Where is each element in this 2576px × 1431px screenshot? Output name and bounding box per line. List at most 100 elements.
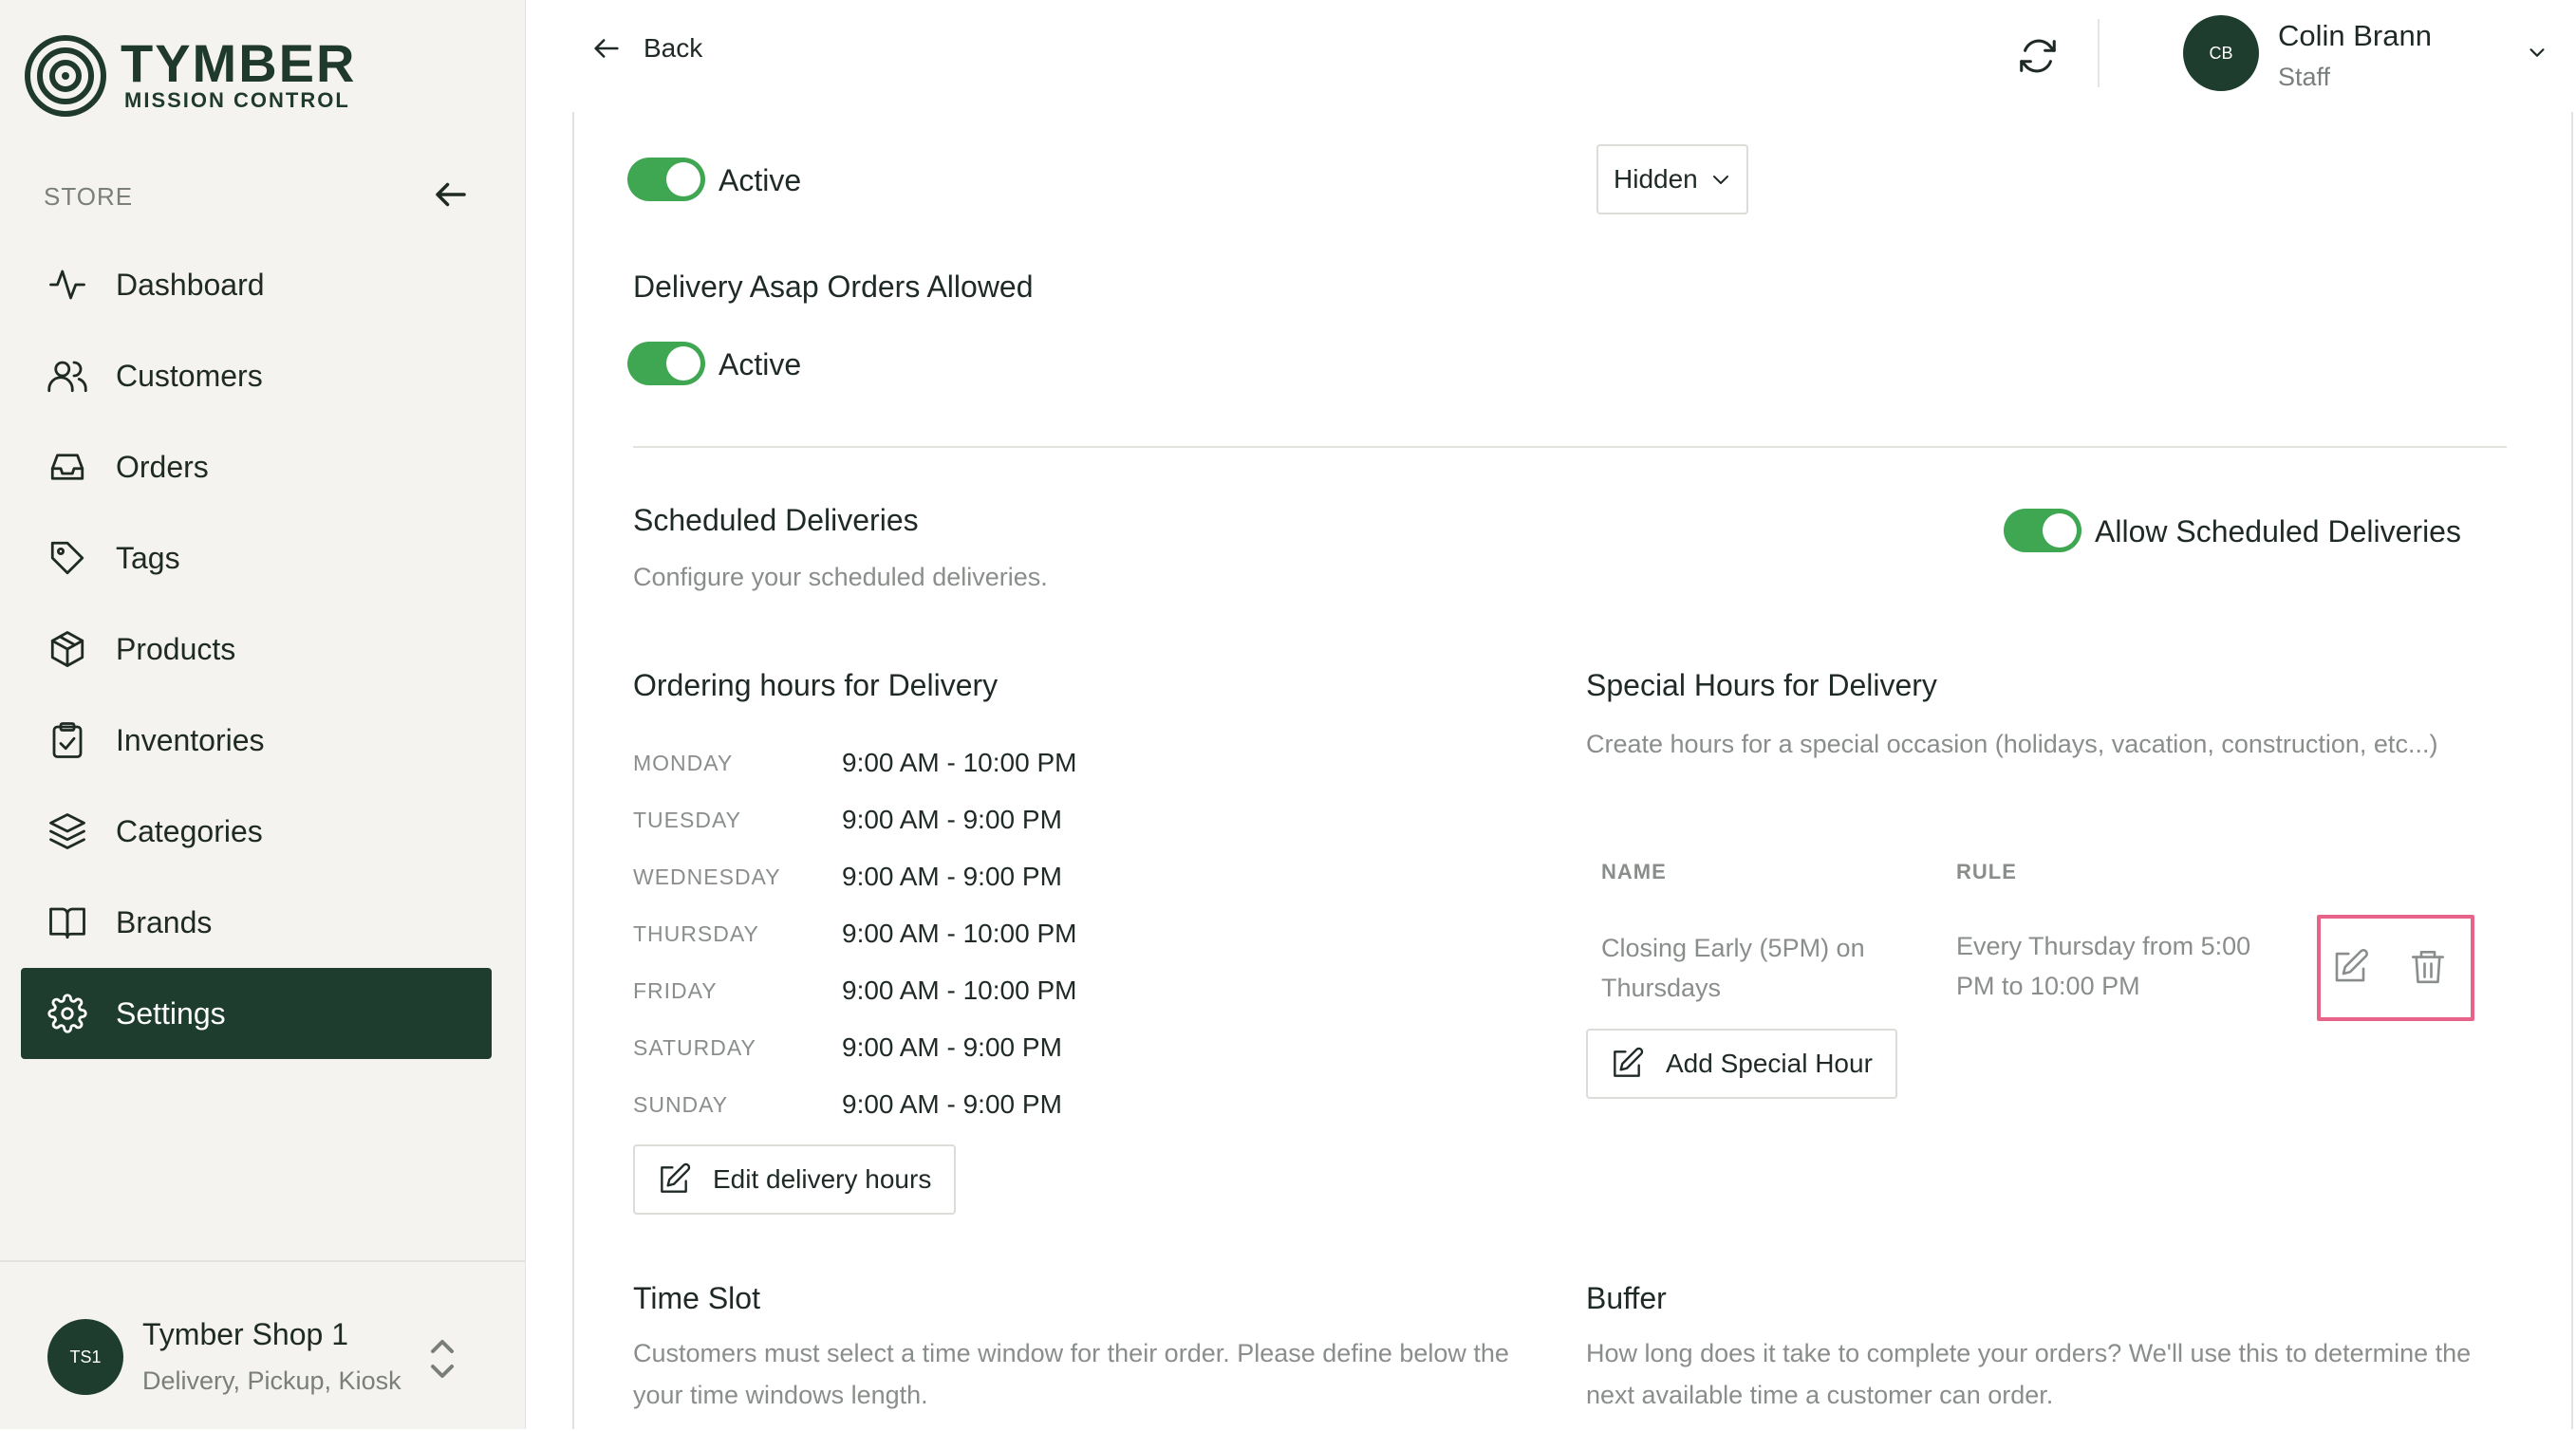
hours-day: MONDAY xyxy=(633,750,734,775)
buffer-title: Buffer xyxy=(1586,1281,1667,1315)
hours-time: 9:00 AM - 10:00 PM xyxy=(842,919,1077,948)
ordering-hours-title: Ordering hours for Delivery xyxy=(633,668,999,702)
brand-name: TYMBER xyxy=(121,33,357,93)
chevron-up-down-icon[interactable] xyxy=(429,1336,456,1382)
gear-icon xyxy=(47,994,87,1033)
store-section-label: STORE xyxy=(44,182,134,211)
hours-day: FRIDAY xyxy=(633,977,718,1003)
edit-icon xyxy=(661,1162,691,1193)
hours-time: 9:00 AM - 9:00 PM xyxy=(842,862,1062,891)
hours-time: 9:00 AM - 10:00 PM xyxy=(842,976,1077,1005)
sidebar-item-orders[interactable]: Orders xyxy=(21,421,492,512)
topbar-divider xyxy=(2098,19,2100,87)
hours-row: THURSDAY 9:00 AM - 10:00 PM xyxy=(633,905,1297,962)
user-name[interactable]: Colin Brann xyxy=(2278,19,2432,53)
visibility-select[interactable]: Hidden xyxy=(1596,144,1748,214)
sidebar-item-label: Customers xyxy=(116,358,263,393)
back-button[interactable]: Back xyxy=(590,32,702,65)
sidebar-item-label: Categories xyxy=(116,813,263,848)
topbar: Back CB Colin Brann Staff xyxy=(526,0,2576,112)
shop-avatar: TS1 xyxy=(47,1319,123,1395)
hours-day: WEDNESDAY xyxy=(633,864,781,889)
edit-icon[interactable] xyxy=(2330,947,2370,987)
hours-row: SUNDAY 9:00 AM - 9:00 PM xyxy=(633,1076,1297,1133)
sidebar-item-label: Brands xyxy=(116,904,213,939)
add-special-hour-button[interactable]: Add Special Hour xyxy=(1586,1029,1897,1099)
special-hours-title: Special Hours for Delivery xyxy=(1586,668,1937,702)
add-special-hour-label: Add Special Hour xyxy=(1666,1049,1873,1078)
sidebar-item-dashboard[interactable]: Dashboard xyxy=(21,239,492,330)
sidebar-item-tags[interactable]: Tags xyxy=(21,512,492,604)
book-open-icon xyxy=(49,907,85,939)
inbox-icon xyxy=(50,454,84,480)
sidebar-item-products[interactable]: Products xyxy=(21,604,492,695)
box-icon xyxy=(50,631,84,667)
chevron-down-icon xyxy=(1712,176,1728,184)
column-header-rule: RULE xyxy=(1956,860,2017,883)
hours-row: SATURDAY 9:00 AM - 9:00 PM xyxy=(633,1019,1297,1076)
hours-row: WEDNESDAY 9:00 AM - 9:00 PM xyxy=(633,848,1297,905)
refresh-icon[interactable] xyxy=(2016,34,2060,78)
sidebar-item-label: Tags xyxy=(116,540,180,575)
sidebar-nav: Dashboard Customers Orders Tags Products… xyxy=(21,239,492,1059)
hours-time: 9:00 AM - 9:00 PM xyxy=(842,805,1062,834)
allow-scheduled-toggle[interactable] xyxy=(2004,509,2081,552)
sidebar-item-inventories[interactable]: Inventories xyxy=(21,695,492,786)
special-hour-name: Closing Early (5PM) on Thursdays xyxy=(1601,934,1865,1002)
brand-subtitle: MISSION CONTROL xyxy=(124,88,350,112)
hours-day: SATURDAY xyxy=(633,1034,756,1060)
chevron-down-icon[interactable] xyxy=(2527,42,2548,63)
sidebar-item-brands[interactable]: Brands xyxy=(21,877,492,968)
sidebar-item-categories[interactable]: Categories xyxy=(21,786,492,877)
trash-icon[interactable] xyxy=(2408,947,2448,987)
shop-name: Tymber Shop 1 xyxy=(142,1317,348,1351)
shop-switcher[interactable]: TS1 Tymber Shop 1 Delivery, Pickup, Kios… xyxy=(0,1260,525,1431)
user-avatar[interactable]: CB xyxy=(2183,15,2259,91)
time-slot-title: Time Slot xyxy=(633,1281,760,1315)
visibility-select-value: Hidden xyxy=(1614,164,1698,194)
sidebar-item-label: Dashboard xyxy=(116,267,265,302)
asap-toggle-label: Active xyxy=(719,347,802,381)
user-role: Staff xyxy=(2278,63,2331,91)
edit-delivery-hours-button[interactable]: Edit delivery hours xyxy=(633,1144,957,1215)
sidebar-item-customers[interactable]: Customers xyxy=(21,330,492,421)
hours-time: 9:00 AM - 10:00 PM xyxy=(842,748,1077,777)
column-header-name: NAME xyxy=(1601,860,1667,883)
hours-row: MONDAY 9:00 AM - 10:00 PM xyxy=(633,734,1297,791)
hours-row: TUESDAY 9:00 AM - 9:00 PM xyxy=(633,791,1297,848)
top-left-toggle-label: Active xyxy=(719,163,802,197)
sidebar: TYMBER MISSION CONTROL STORE Dashboard C… xyxy=(0,0,526,1429)
buffer-description: How long does it take to complete your o… xyxy=(1586,1339,2472,1409)
hours-day: SUNDAY xyxy=(633,1091,729,1117)
settings-content: Active Hidden Delivery Asap Orders Allow… xyxy=(572,112,2573,1429)
arrow-left-icon xyxy=(594,39,619,58)
back-label: Back xyxy=(644,33,703,63)
collapse-sidebar-arrow-left-icon[interactable] xyxy=(431,175,471,214)
activity-icon xyxy=(49,269,85,300)
time-slot-description: Customers must select a time window for … xyxy=(633,1339,1509,1409)
special-hours-description: Create hours for a special occasion (hol… xyxy=(1586,730,2438,758)
brand-logo[interactable]: TYMBER MISSION CONTROL xyxy=(24,34,356,118)
clipboard-check-icon xyxy=(52,722,83,758)
hours-time: 9:00 AM - 9:00 PM xyxy=(842,1089,1062,1119)
section-divider xyxy=(633,446,2507,448)
top-left-toggle[interactable] xyxy=(627,158,705,201)
edit-delivery-hours-label: Edit delivery hours xyxy=(713,1164,932,1194)
sidebar-item-label: Products xyxy=(116,631,236,666)
users-icon xyxy=(47,361,87,393)
special-hour-rule: Every Thursday from 5:00 PM to 10:00 PM xyxy=(1956,932,2251,1000)
sidebar-item-label: Orders xyxy=(116,449,209,484)
target-logo-icon xyxy=(25,35,106,117)
edit-icon xyxy=(1614,1047,1644,1077)
asap-title: Delivery Asap Orders Allowed xyxy=(633,269,1034,304)
hours-time: 9:00 AM - 9:00 PM xyxy=(842,1032,1062,1062)
layers-icon xyxy=(49,813,85,849)
allow-scheduled-label: Allow Scheduled Deliveries xyxy=(2095,514,2461,548)
sidebar-item-settings[interactable]: Settings xyxy=(21,968,492,1059)
hours-day: THURSDAY xyxy=(633,920,759,946)
scheduled-title: Scheduled Deliveries xyxy=(633,503,919,537)
asap-toggle[interactable] xyxy=(627,342,705,385)
sidebar-item-label: Settings xyxy=(116,995,226,1031)
hours-row: FRIDAY 9:00 AM - 10:00 PM xyxy=(633,962,1297,1019)
tag-icon xyxy=(50,541,84,575)
